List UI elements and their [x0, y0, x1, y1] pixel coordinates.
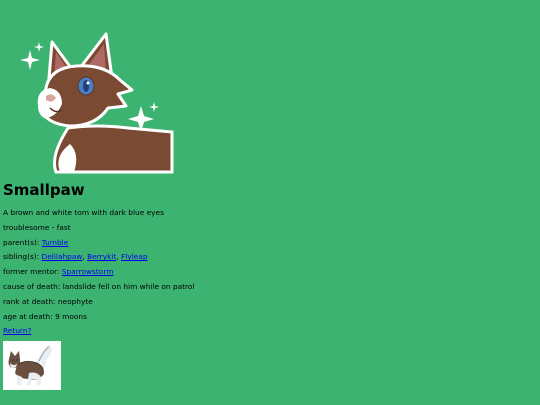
parent-link-tumble[interactable]: Tumble [42, 238, 69, 247]
return-link[interactable]: Return? [3, 326, 31, 335]
age-line: age at death: 9 moons [3, 310, 195, 325]
parents-label: parent(s): [3, 237, 40, 247]
return-line: Return? [3, 324, 195, 339]
cause-of-death-label: cause of death: [3, 281, 61, 291]
cause-of-death-value: landslide fell on him while on patrol [62, 281, 195, 291]
age-value: 9 moons [55, 311, 87, 321]
cause-of-death-line: cause of death: landslide fell on him wh… [3, 280, 195, 295]
mentor-line: former mentor: Sparrowstorm [3, 265, 195, 280]
mentor-link-sparrowstorm[interactable]: Sparrowstorm [62, 267, 114, 276]
sibling-link-flyleap[interactable]: Flyleap [121, 252, 148, 261]
cat-portrait-icon [16, 28, 174, 174]
siblings-line: sibling(s): Delilahpaw, Berrykit, Flylea… [3, 252, 148, 262]
rank-label: rank at death: [3, 296, 56, 306]
sibling-link-delilahpaw[interactable]: Delilahpaw [42, 252, 83, 261]
siblings-label: sibling(s): [3, 252, 40, 262]
cat-description: A brown and white tom with dark blue eye… [3, 208, 164, 217]
cat-sprite-icon [3, 341, 61, 390]
rank-value: neophyte [57, 296, 93, 306]
age-label: age at death: [3, 311, 53, 321]
cat-name-heading: Smallpaw [3, 181, 85, 199]
mentor-label: former mentor: [3, 267, 60, 277]
sibling-link-berrykit[interactable]: Berrykit [87, 252, 116, 261]
cat-info: A brown and white tom with dark blue eye… [3, 206, 195, 339]
parents-line: parent(s): Tumble [3, 236, 195, 251]
rank-line: rank at death: neophyte [3, 295, 195, 310]
cat-traits: troublesome - fast [3, 222, 71, 232]
